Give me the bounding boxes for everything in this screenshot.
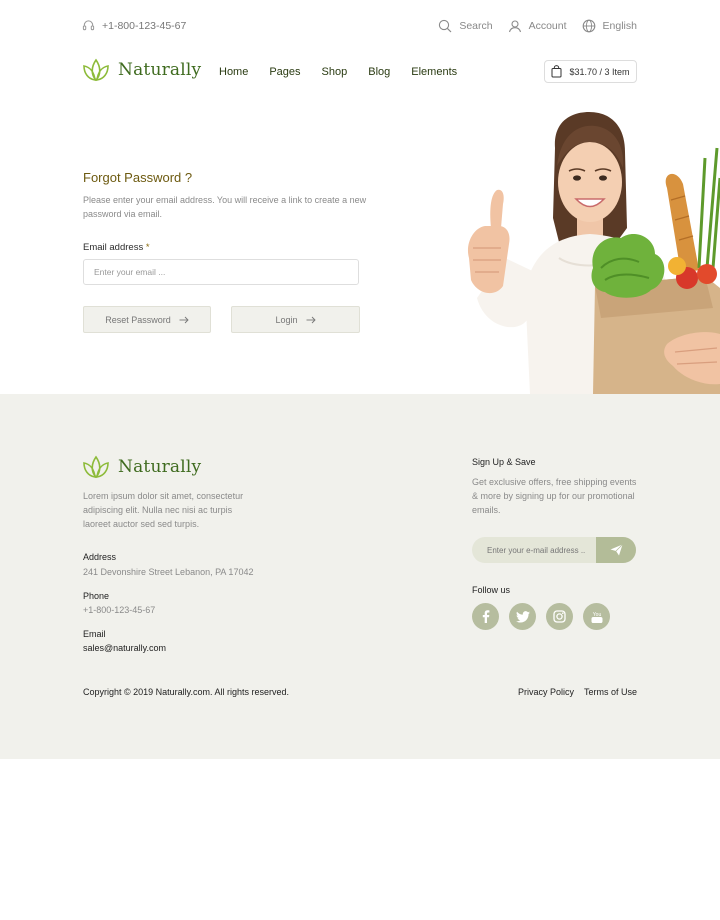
instagram-icon (553, 610, 566, 623)
facebook-link[interactable] (472, 603, 499, 630)
account-link[interactable]: Account (508, 19, 567, 33)
cart-summary: $31.70 / 3 Item (569, 66, 630, 77)
nav-item-blog[interactable]: Blog (368, 66, 390, 78)
arrow-right-icon (306, 316, 316, 324)
youtube-icon: You (590, 610, 604, 624)
globe-icon (582, 19, 596, 33)
terms-of-use-link[interactable]: Terms of Use (584, 687, 637, 697)
leaf-logo-icon (82, 455, 110, 479)
newsletter-form (472, 537, 636, 563)
brand-name: Naturally (118, 60, 202, 80)
newsletter-email-input[interactable] (472, 537, 596, 563)
login-button[interactable]: Login (231, 306, 360, 333)
reset-password-label: Reset Password (105, 314, 171, 325)
nav-item-shop[interactable]: Shop (322, 66, 348, 78)
newsletter-submit-button[interactable] (596, 537, 636, 563)
instagram-link[interactable] (546, 603, 573, 630)
twitter-icon (515, 610, 530, 623)
required-marker: * (145, 242, 150, 253)
shopping-bag-icon (551, 65, 562, 78)
headset-icon (82, 19, 95, 32)
main-nav: Home Pages Shop Blog Elements (219, 66, 457, 78)
twitter-link[interactable] (509, 603, 536, 630)
signup-title: Sign Up & Save (472, 457, 536, 467)
search-label: Search (459, 20, 493, 32)
address-label: Address (83, 552, 117, 562)
reset-password-button[interactable]: Reset Password (83, 306, 211, 333)
login-label: Login (275, 314, 298, 325)
facebook-icon (482, 610, 490, 623)
footer-description: Lorem ipsum dolor sit amet, consectetur … (83, 491, 244, 529)
topbar-actions: Search Account English (438, 19, 637, 33)
arrow-right-icon (179, 316, 189, 324)
legal-links: Privacy Policy Terms of Use (518, 687, 637, 697)
email-label-footer: Email (83, 629, 106, 639)
footer-logo[interactable]: Naturally (82, 455, 201, 479)
topbar-phone[interactable]: +1-800-123-45-67 (82, 19, 186, 32)
address-value: 241 Devonshire Street Lebanon, PA 17042 (83, 567, 254, 577)
follow-title: Follow us (472, 585, 511, 595)
search-link[interactable]: Search (438, 19, 493, 33)
leaf-logo-icon (82, 58, 110, 82)
email-label-text: Email address (83, 242, 144, 253)
nav-item-elements[interactable]: Elements (411, 66, 457, 78)
language-label: English (602, 20, 637, 32)
nav-item-pages[interactable]: Pages (269, 66, 300, 78)
account-label: Account (528, 20, 567, 32)
user-icon (508, 19, 522, 33)
youtube-link[interactable]: You (583, 603, 610, 630)
language-selector[interactable]: English (582, 19, 637, 33)
footer-brand-name: Naturally (118, 457, 202, 477)
nav-item-home[interactable]: Home (219, 66, 248, 78)
social-links: You (472, 603, 610, 630)
header-logo[interactable]: Naturally (82, 58, 201, 82)
email-input[interactable] (83, 259, 359, 285)
form-description: Please enter your email address. You wil… (83, 195, 367, 219)
search-icon (438, 19, 452, 33)
page-title: Forgot Password ? (83, 170, 193, 185)
phone-label: Phone (83, 591, 110, 601)
hero-woman-grocery-image (455, 108, 720, 394)
send-icon (610, 544, 623, 556)
signup-description: Get exclusive offers, free shipping even… (472, 477, 637, 515)
email-value[interactable]: sales@naturally.com (83, 643, 166, 653)
phone-value: +1-800-123-45-67 (83, 605, 156, 615)
topbar-phone-number: +1-800-123-45-67 (102, 19, 187, 32)
privacy-policy-link[interactable]: Privacy Policy (518, 687, 574, 697)
copyright: Copyright © 2019 Naturally.com. All righ… (83, 687, 290, 697)
email-label: Email address * (83, 242, 150, 253)
cart-button[interactable]: $31.70 / 3 Item (544, 60, 637, 83)
